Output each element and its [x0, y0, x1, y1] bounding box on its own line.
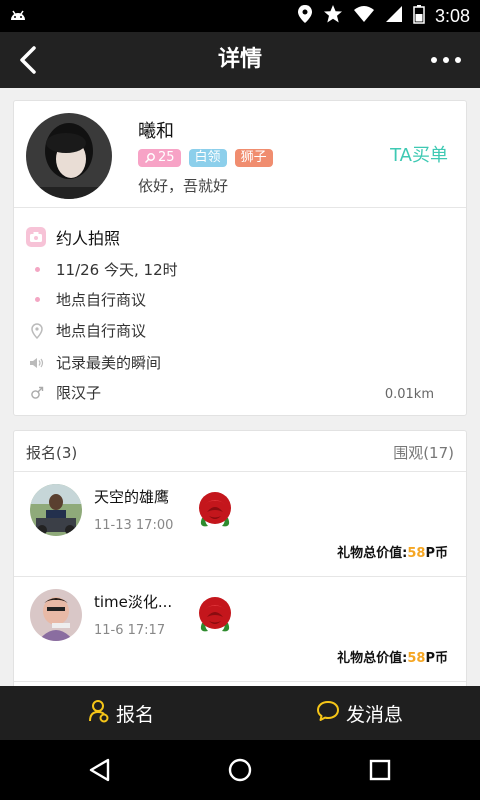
ta-pay-label: TA买单	[390, 145, 448, 166]
signup-button[interactable]: 报名	[88, 686, 154, 740]
gift-total-unit: P币	[425, 651, 448, 666]
chat-bubble-icon	[316, 700, 340, 727]
gender-limit: 限汉子	[56, 384, 102, 402]
activity-time: 11/26 今天, 12时	[56, 261, 178, 279]
user-add-icon	[88, 699, 110, 728]
distance-label: 0.01km	[384, 387, 434, 402]
gender-limit-row: 限汉子	[28, 382, 101, 403]
activity-time-row: 11/26 今天, 12时	[28, 259, 178, 280]
male-icon	[28, 384, 46, 402]
gift-total: 礼物总价值:58P币	[337, 647, 448, 666]
activity-place-note: 地点自行商议	[56, 291, 147, 309]
signup-header: 报名(3) 围观(17)	[14, 431, 466, 471]
gift-total: 礼物总价值:58P币	[337, 542, 448, 561]
gift-total-label: 礼物总价值:	[337, 651, 408, 666]
user-signature: 依好，吾就好	[138, 177, 229, 195]
detail-content[interactable]: 曦和 25 白领 狮子 依好，吾就好 TA买单 约人拍照 11/26 今天, 1…	[0, 88, 480, 686]
signal-icon	[385, 5, 403, 27]
gift-total-value: 58	[407, 546, 426, 561]
android-icon	[8, 6, 28, 30]
female-icon	[144, 153, 155, 164]
divider	[14, 207, 466, 208]
home-nav-icon[interactable]	[226, 756, 254, 784]
bullet-icon	[28, 261, 46, 279]
clock: 3:08	[434, 5, 470, 26]
camera-icon	[26, 227, 46, 247]
activity-description: 记录最美的瞬间	[56, 354, 162, 372]
profile-card: 曦和 25 白领 狮子 依好，吾就好 TA买单 约人拍照 11/26 今天, 1…	[13, 100, 467, 416]
signup-label: 报名	[116, 703, 155, 726]
age-value: 25	[158, 150, 175, 165]
send-message-label: 发消息	[346, 703, 404, 726]
rose-gift-icon	[194, 593, 236, 637]
status-bar: 3:08	[0, 0, 480, 32]
watch-count[interactable]: 围观(17)	[393, 442, 454, 463]
gift-total-value: 58	[407, 651, 426, 666]
signup-date: 11-6 17:17	[94, 623, 166, 638]
rose-gift-icon	[194, 488, 236, 532]
bottom-action-bar: 报名 发消息	[0, 686, 480, 740]
divider	[14, 681, 466, 682]
activity-description-row: 记录最美的瞬间	[28, 352, 161, 373]
signup-avatar[interactable]	[30, 484, 82, 536]
back-nav-icon[interactable]	[86, 756, 114, 784]
activity-place-note-row: 地点自行商议	[28, 289, 146, 310]
speaker-icon	[28, 354, 46, 372]
activity-type: 约人拍照	[56, 229, 121, 248]
signup-avatar[interactable]	[30, 589, 82, 641]
battery-icon	[413, 4, 425, 28]
activity-location-row: 地点自行商议	[28, 320, 146, 341]
signup-entry[interactable]: time淡化... 11-6 17:17 礼物总价值:58P币	[14, 577, 466, 681]
system-nav-bar	[0, 740, 480, 800]
signup-entry[interactable]: 天空的雄鹰 11-13 17:00 礼物总价值:58P币	[14, 472, 466, 576]
location-pin-icon	[28, 322, 46, 340]
signup-username: 天空的雄鹰	[94, 488, 170, 506]
location-icon	[297, 4, 313, 28]
user-badges: 25 白领 狮子	[138, 149, 273, 167]
user-avatar[interactable]	[26, 113, 112, 199]
app-bar: 详情	[0, 32, 480, 88]
send-message-button[interactable]: 发消息	[316, 686, 403, 740]
job-badge: 白领	[188, 149, 227, 167]
signup-date: 11-13 17:00	[94, 518, 174, 533]
signup-username: time淡化...	[94, 593, 173, 611]
page-title: 详情	[217, 47, 262, 72]
recents-nav-icon[interactable]	[366, 756, 394, 784]
bullet-icon	[28, 291, 46, 309]
zodiac-badge: 狮子	[234, 149, 273, 167]
more-options-icon[interactable]	[430, 52, 462, 68]
activity-title: 约人拍照	[26, 225, 120, 249]
activity-location: 地点自行商议	[56, 322, 147, 340]
signup-card: 报名(3) 围观(17) 天空的雄鹰 11-13 17:00 礼物总价值:58P…	[13, 430, 467, 686]
age-badge: 25	[138, 149, 181, 167]
signup-count[interactable]: 报名(3)	[26, 442, 77, 463]
user-name: 曦和	[138, 121, 174, 142]
star-icon	[323, 4, 343, 28]
gift-total-label: 礼物总价值:	[337, 546, 408, 561]
wifi-icon	[353, 5, 375, 27]
gift-total-unit: P币	[425, 546, 448, 561]
